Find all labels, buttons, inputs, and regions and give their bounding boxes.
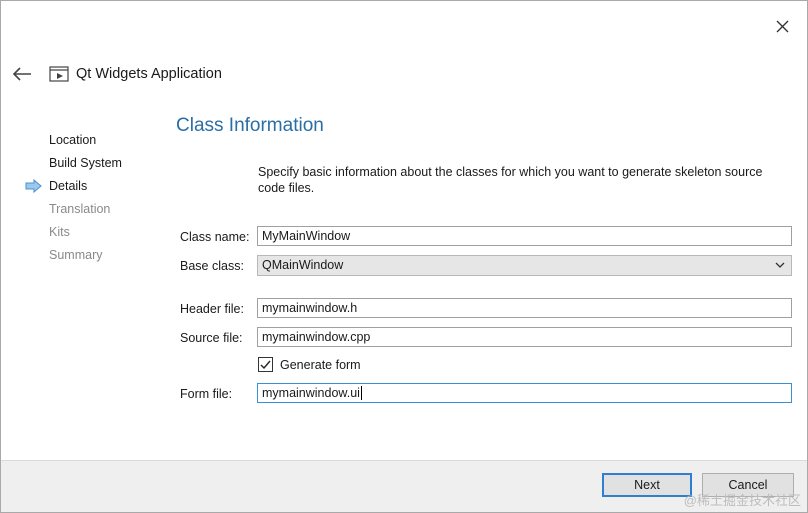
qt-app-icon [49,66,69,82]
class-name-field[interactable]: MyMainWindow [257,226,792,246]
next-button[interactable]: Next [602,473,692,497]
app-title: Qt Widgets Application [76,66,222,82]
page-title: Class Information [176,115,324,136]
close-icon [776,20,789,33]
form-file-field[interactable]: mymainwindow.ui [257,383,792,403]
nav-item-summary: Summary [49,248,103,262]
page-description: Specify basic information about the clas… [258,165,763,195]
header-file-label: Header file: [180,302,244,316]
back-arrow-icon [12,67,31,81]
source-file-value: mymainwindow.cpp [262,330,371,344]
nav-item-location: Location [49,133,97,147]
class-name-value: MyMainWindow [262,229,351,243]
form-file-value: mymainwindow.ui [262,386,360,400]
nav-item-kits: Kits [49,225,70,239]
base-class-combobox[interactable]: QMainWindow [257,255,792,276]
close-button[interactable] [769,13,797,41]
checkmark-icon [260,360,271,370]
header-file-value: mymainwindow.h [262,301,358,315]
nav-item-translation: Translation [49,202,111,216]
back-button[interactable] [11,63,35,85]
nav-item-details: Details [49,179,88,193]
base-class-value: QMainWindow [262,258,344,272]
wizard-window: Qt Widgets Application Location Build Sy… [0,0,808,513]
base-class-label: Base class: [180,259,244,273]
header-file-field[interactable]: mymainwindow.h [257,298,792,318]
nav-item-build-system: Build System [49,156,122,170]
chevron-down-icon [775,262,785,268]
source-file-field[interactable]: mymainwindow.cpp [257,327,792,347]
text-caret [360,386,362,400]
generate-form-label[interactable]: Generate form [280,358,361,372]
class-name-label: Class name: [180,230,250,244]
current-step-arrow-icon [25,179,42,193]
watermark: @稀土掘金技术社区 [683,493,801,508]
form-file-label: Form file: [180,387,233,401]
generate-form-checkbox[interactable] [258,357,273,372]
button-bar: Next Cancel @稀土掘金技术社区 [1,460,807,512]
source-file-label: Source file: [180,331,243,345]
